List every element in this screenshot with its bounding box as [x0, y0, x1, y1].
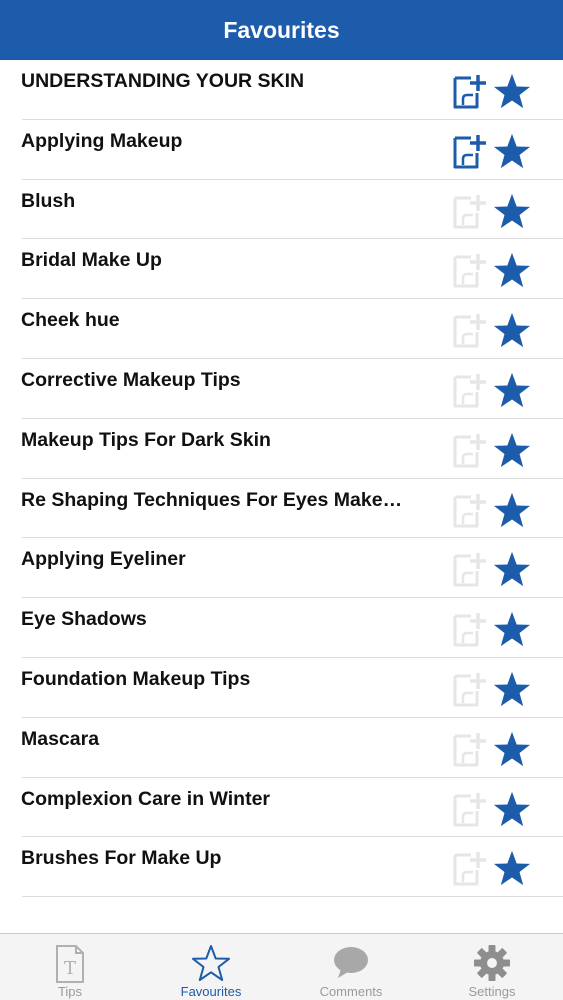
list-item-title: Complexion Care in Winter [21, 787, 271, 810]
add-note-icon[interactable] [451, 431, 487, 469]
add-note-icon[interactable] [451, 192, 487, 230]
add-note-icon[interactable] [451, 132, 487, 170]
list-item-title: Applying Makeup [21, 129, 183, 152]
add-note-icon[interactable] [451, 849, 487, 887]
list-item[interactable]: Makeup Tips For Dark Skin [0, 419, 563, 479]
list-item-title: Corrective Makeup Tips [21, 368, 241, 391]
list-item[interactable]: Complexion Care in Winter [0, 778, 563, 838]
add-note-icon[interactable] [451, 72, 487, 110]
app-screen: Favourites UNDERSTANDING YOUR SKIN Applyi… [0, 0, 563, 1000]
list-item-title: Brushes For Make Up [21, 847, 222, 870]
list-item[interactable]: Mascara [0, 718, 563, 778]
tab-bar: T Tips Favourites Comments Settings [0, 933, 563, 1000]
add-note-icon[interactable] [451, 251, 487, 289]
list-item[interactable]: Applying Eyeliner [0, 538, 563, 598]
tips-icon: T [56, 945, 84, 983]
list-item-title: UNDERSTANDING YOUR SKIN [21, 70, 305, 92]
star-outline-icon [192, 945, 230, 981]
gear-icon [474, 945, 510, 981]
star-filled-icon[interactable] [493, 730, 531, 768]
list-item[interactable]: Corrective Makeup Tips [0, 359, 563, 419]
list-item-title: Makeup Tips For Dark Skin [21, 428, 271, 451]
add-note-icon[interactable] [451, 670, 487, 708]
star-filled-icon[interactable] [493, 550, 531, 588]
tab-comments[interactable]: Comments [281, 934, 421, 1000]
tab-settings-label: Settings [468, 984, 516, 999]
star-filled-icon[interactable] [493, 311, 531, 349]
tab-favourites-label: Favourites [180, 984, 242, 999]
list-item-title: Re Shaping Techniques For Eyes Make… [21, 488, 403, 511]
add-note-icon[interactable] [451, 610, 487, 648]
add-note-icon[interactable] [451, 550, 487, 588]
list-item-title: Eye Shadows [21, 608, 147, 631]
page-title: Favourites [223, 16, 340, 43]
list-item-title: Cheek hue [21, 309, 120, 332]
favourites-list[interactable]: UNDERSTANDING YOUR SKIN Applying Makeup Bl… [0, 60, 563, 897]
list-item-title: Blush [21, 189, 76, 212]
add-note-icon[interactable] [451, 730, 487, 768]
list-item-title: Mascara [21, 727, 100, 750]
list-item[interactable]: Foundation Makeup Tips [0, 658, 563, 718]
list-item[interactable]: Eye Shadows [0, 598, 563, 658]
list-item[interactable]: Blush [0, 180, 563, 240]
star-filled-icon[interactable] [493, 192, 531, 230]
star-filled-icon[interactable] [493, 790, 531, 828]
star-filled-icon[interactable] [493, 72, 531, 110]
star-filled-icon[interactable] [493, 132, 531, 170]
add-note-icon[interactable] [451, 491, 487, 529]
tab-favourites[interactable]: Favourites [141, 934, 281, 1000]
star-filled-icon[interactable] [493, 431, 531, 469]
list-item-title: Foundation Makeup Tips [21, 667, 251, 690]
svg-text:T: T [64, 958, 76, 979]
list-item-title: Applying Eyeliner [21, 548, 186, 571]
nav-bar: Favourites [0, 0, 563, 60]
star-filled-icon[interactable] [493, 670, 531, 708]
list-item[interactable]: Cheek hue [0, 299, 563, 359]
star-filled-icon[interactable] [493, 610, 531, 648]
list-item[interactable]: Re Shaping Techniques For Eyes Make… [0, 479, 563, 539]
star-filled-icon[interactable] [493, 371, 531, 409]
star-filled-icon[interactable] [493, 491, 531, 529]
comments-icon [334, 947, 368, 978]
list-item[interactable]: Applying Makeup [0, 120, 563, 180]
tab-tips-label: Tips [57, 984, 83, 999]
tab-settings[interactable]: Settings [422, 934, 562, 1000]
star-filled-icon[interactable] [493, 251, 531, 289]
list-item-title: Bridal Make Up [21, 249, 162, 272]
list-item[interactable]: Brushes For Make Up [0, 837, 563, 897]
list-item[interactable]: Bridal Make Up [0, 239, 563, 299]
tab-tips[interactable]: T Tips [0, 934, 140, 1000]
add-note-icon[interactable] [451, 311, 487, 349]
list-item[interactable]: UNDERSTANDING YOUR SKIN [0, 60, 563, 120]
tab-comments-label: Comments [319, 984, 383, 999]
add-note-icon[interactable] [451, 371, 487, 409]
star-filled-icon[interactable] [493, 849, 531, 887]
add-note-icon[interactable] [451, 790, 487, 828]
